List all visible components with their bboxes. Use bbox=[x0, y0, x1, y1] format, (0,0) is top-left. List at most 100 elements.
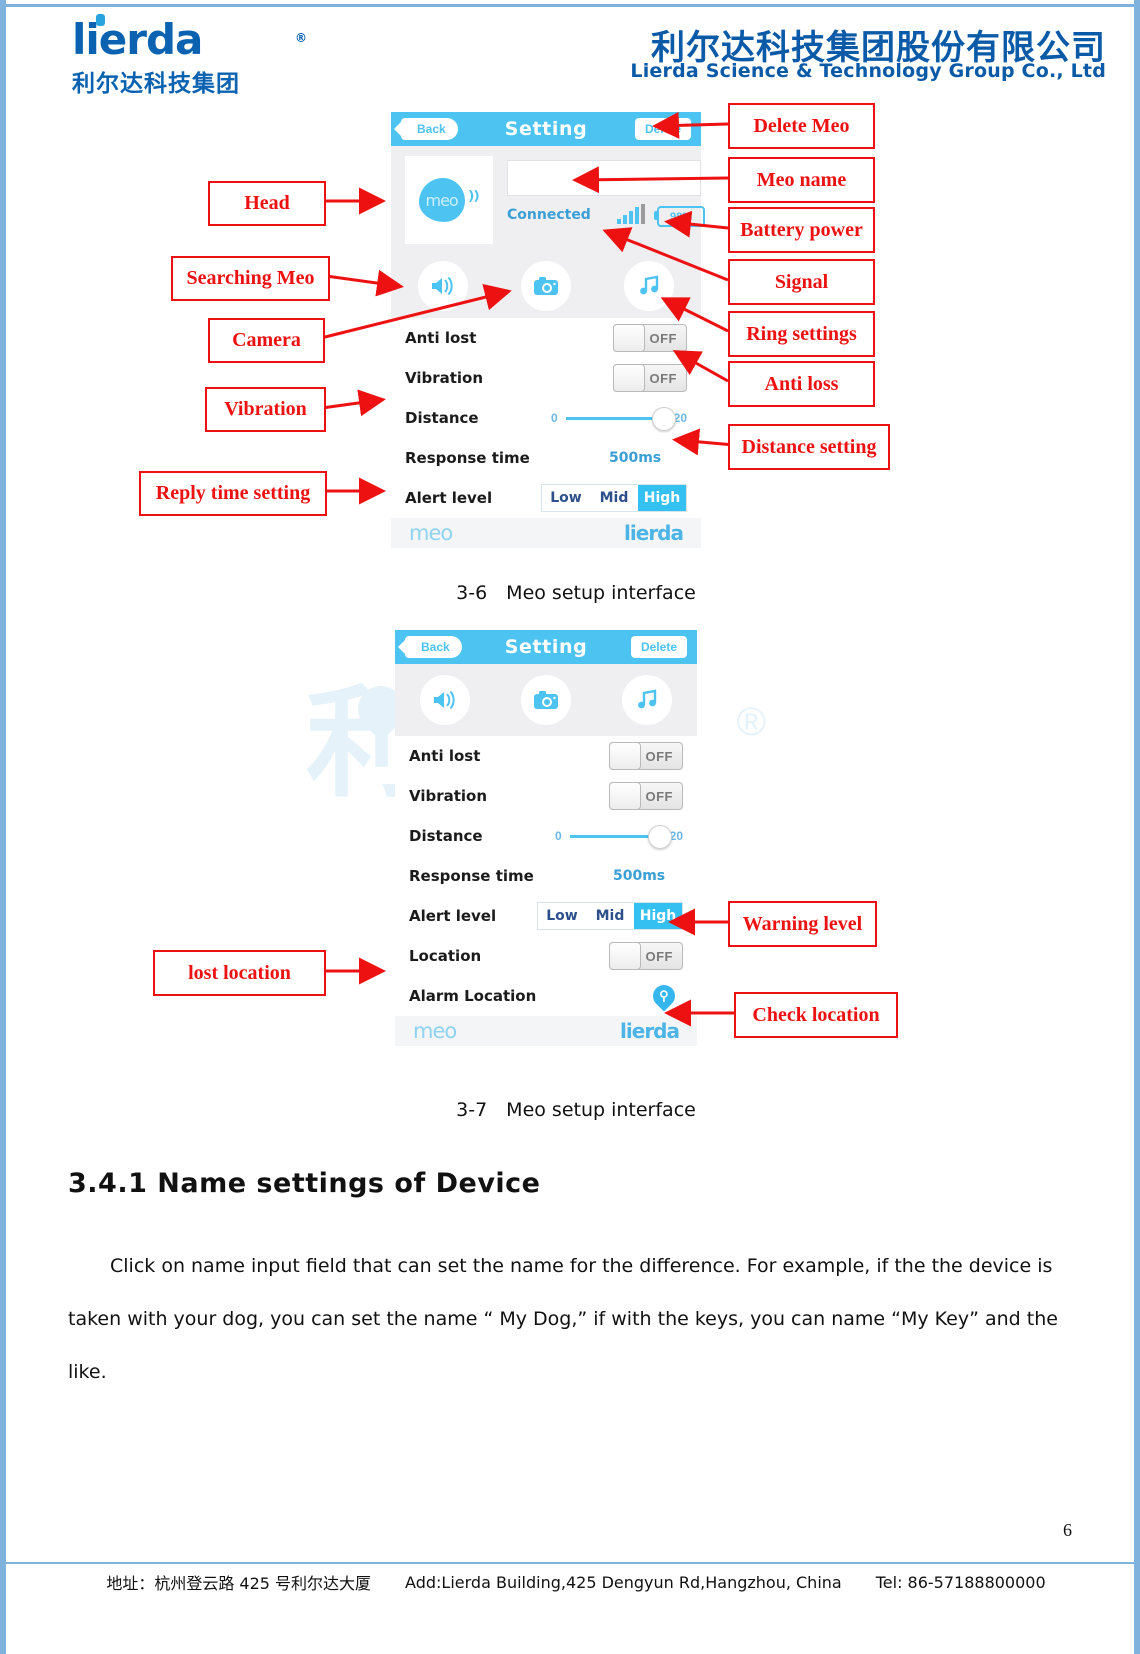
fig2-row-label-location: Location bbox=[409, 947, 482, 965]
fig2-settings-list: Anti lost OFF Vibration OFF Distance 0 2… bbox=[395, 736, 697, 1016]
annotation-vibration: Vibration bbox=[205, 387, 326, 432]
fig2-delete-button[interactable]: Delete bbox=[630, 636, 687, 658]
toggle-knob bbox=[613, 364, 645, 392]
fig2-response-time-value: 500ms bbox=[613, 868, 666, 884]
fig1-vibration-value: OFF bbox=[649, 370, 677, 386]
music-icon[interactable] bbox=[624, 261, 675, 311]
page-footer: 地址：杭州登云路 425 号利尔达大厦 Add:Lierda Building,… bbox=[6, 1570, 1140, 1594]
fig1-screen-title: Setting bbox=[504, 118, 588, 140]
table-row: Anti lost OFF bbox=[391, 318, 701, 358]
fig1-anti-lost-toggle[interactable]: OFF bbox=[613, 324, 687, 352]
fig1-settings-list: Anti lost OFF Vibration OFF Distance 0 2… bbox=[391, 318, 701, 518]
table-row: Location OFF bbox=[395, 936, 697, 976]
figure2-caption: 3-7 Meo setup interface bbox=[456, 1099, 696, 1121]
table-row: Distance 0 20 bbox=[391, 398, 701, 438]
toggle-knob bbox=[609, 782, 641, 810]
registered-trademark-icon: ® bbox=[295, 31, 307, 45]
annotation-signal: Signal bbox=[728, 259, 875, 305]
annotation-meo-name: Meo name bbox=[728, 157, 875, 203]
meo-blob-icon: meo bbox=[418, 178, 465, 222]
table-row: Response time 500ms bbox=[395, 856, 697, 896]
fig1-action-bar bbox=[391, 254, 701, 318]
fig2-alert-level-segmented-control[interactable]: Low Mid High bbox=[537, 902, 683, 930]
fig1-battery-value: 98% bbox=[669, 210, 693, 223]
fig1-alert-mid-option[interactable]: Mid bbox=[590, 485, 638, 511]
fig2-vibration-value: OFF bbox=[645, 788, 673, 804]
fig1-row-label-alert-level: Alert level bbox=[405, 489, 493, 507]
fig1-brand-meo: meo bbox=[409, 521, 453, 545]
annotation-anti-loss: Anti loss bbox=[728, 361, 875, 407]
fig2-row-label-vibration: Vibration bbox=[409, 787, 488, 805]
fig1-alert-low-option[interactable]: Low bbox=[542, 485, 590, 511]
fig2-back-button[interactable]: Back bbox=[398, 636, 462, 658]
fig1-device-hero: meo ⁾⁾ Connected 98% bbox=[391, 146, 705, 254]
slider-track[interactable] bbox=[565, 406, 676, 431]
fig1-delete-button[interactable]: Delete bbox=[634, 118, 691, 140]
logo-dot-icon bbox=[96, 14, 105, 26]
footer-rule bbox=[6, 1562, 1140, 1564]
camera-icon[interactable] bbox=[520, 675, 571, 725]
speaker-icon[interactable] bbox=[417, 261, 468, 311]
fig1-alert-level-segmented-control[interactable]: Low Mid High bbox=[541, 484, 687, 512]
sound-waves-icon: ⁾⁾ bbox=[468, 187, 480, 212]
fig2-row-label-distance: Distance bbox=[409, 827, 483, 845]
fig2-anti-lost-toggle[interactable]: OFF bbox=[609, 742, 683, 770]
fig2-row-label-alarm-location: Alarm Location bbox=[409, 987, 537, 1005]
fig1-connection-status: Connected bbox=[507, 207, 591, 223]
location-pin-icon[interactable]: ⚲ bbox=[648, 980, 680, 1012]
page-title: 3.4.1 Name settings of Device bbox=[68, 1168, 541, 1199]
annotation-distance-setting: Distance setting bbox=[728, 424, 890, 470]
fig2-alert-mid-option[interactable]: Mid bbox=[586, 903, 634, 929]
table-row: Alert level Low Mid High bbox=[395, 896, 697, 936]
figure1-screenshot: Back Setting Delete meo ⁾⁾ Connected 98% bbox=[391, 112, 705, 548]
slider-handle[interactable] bbox=[651, 406, 676, 431]
fig2-distance-min: 0 bbox=[555, 829, 562, 843]
speaker-icon[interactable] bbox=[420, 675, 471, 725]
fig1-brand-bar: meo lierda bbox=[391, 518, 701, 548]
annotation-lost-location: lost location bbox=[153, 950, 326, 996]
fig2-screen-title: Setting bbox=[504, 636, 588, 658]
table-row: Anti lost OFF bbox=[395, 736, 697, 776]
fig1-distance-min: 0 bbox=[551, 411, 558, 425]
camera-icon[interactable] bbox=[520, 261, 571, 311]
fig2-brand-lierda: lierda bbox=[620, 1019, 680, 1043]
section-paragraph: Click on name input field that can set t… bbox=[68, 1240, 1088, 1399]
fig2-distance-slider[interactable]: 0 20 bbox=[555, 823, 683, 849]
figure2-screenshot: Back Setting Delete Anti lost OFF Vibrat… bbox=[395, 630, 697, 1046]
music-icon[interactable] bbox=[621, 675, 672, 725]
slider-handle[interactable] bbox=[647, 824, 672, 849]
footer-tel: Tel: 86-57188800000 bbox=[875, 1572, 1046, 1592]
slider-track[interactable] bbox=[569, 824, 672, 849]
fig1-distance-slider[interactable]: 0 20 bbox=[551, 405, 687, 431]
toggle-knob bbox=[609, 742, 641, 770]
fig2-distance-max: 20 bbox=[669, 829, 683, 843]
annotation-check-location: Check location bbox=[734, 992, 898, 1038]
toggle-knob bbox=[609, 942, 641, 970]
fig2-alert-low-option[interactable]: Low bbox=[538, 903, 586, 929]
footer-address-en: Add:Lierda Building,425 Dengyun Rd,Hangz… bbox=[405, 1572, 842, 1592]
fig1-row-label-vibration: Vibration bbox=[405, 369, 484, 387]
fig2-alert-high-option[interactable]: High bbox=[634, 903, 682, 929]
fig1-device-avatar: meo ⁾⁾ bbox=[405, 156, 493, 244]
fig1-device-name-input[interactable] bbox=[507, 160, 701, 196]
annotation-head: Head bbox=[208, 181, 326, 226]
fig2-row-label-anti-lost: Anti lost bbox=[409, 747, 481, 765]
fig1-row-label-anti-lost: Anti lost bbox=[405, 329, 477, 347]
fig2-vibration-toggle[interactable]: OFF bbox=[609, 782, 683, 810]
battery-level-icon: 98% bbox=[654, 206, 705, 227]
fig2-brand-bar: meo lierda bbox=[395, 1016, 697, 1046]
footer-address-cn: 地址：杭州登云路 425 号利尔达大厦 bbox=[106, 1574, 372, 1593]
header-rule bbox=[6, 4, 1140, 7]
annotation-reply-time-setting: Reply time setting bbox=[139, 471, 327, 516]
table-row: Response time 500ms bbox=[391, 438, 701, 478]
document-page: lierda ® 利尔达科技集团 利尔达科技集团股份有限公司 Lierda Sc… bbox=[0, 0, 1140, 1654]
fig1-status-row: Connected 98% bbox=[507, 204, 707, 228]
fig1-brand-lierda: lierda bbox=[624, 521, 684, 545]
fig1-back-button[interactable]: Back bbox=[394, 118, 458, 140]
fig1-vibration-toggle[interactable]: OFF bbox=[613, 364, 687, 392]
table-row: Alert level Low Mid High bbox=[391, 478, 701, 518]
watermark-registered-icon: ® bbox=[736, 700, 766, 744]
fig2-location-toggle[interactable]: OFF bbox=[609, 942, 683, 970]
fig1-row-label-distance: Distance bbox=[405, 409, 479, 427]
fig1-alert-high-option[interactable]: High bbox=[638, 485, 686, 511]
